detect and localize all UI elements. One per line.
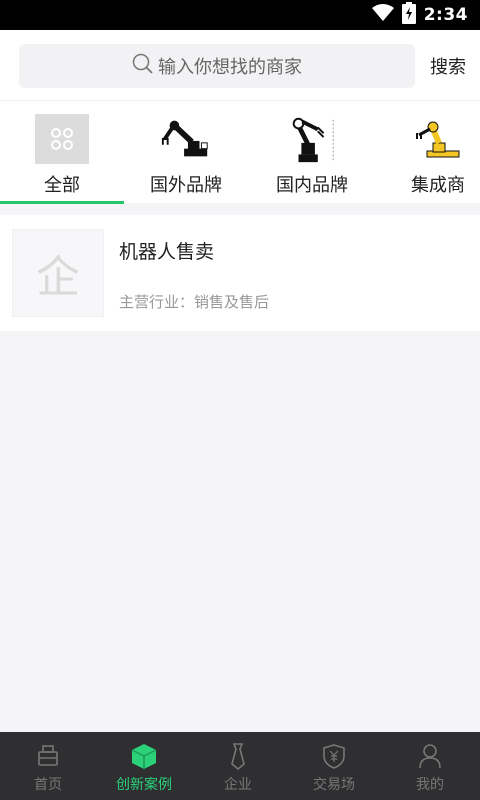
merchant-name: 机器人售卖 [119,241,215,263]
category-foreign-brand[interactable]: 国外品牌 [124,101,248,204]
tab-label: 企业 [224,777,252,793]
wifi-icon [371,4,394,26]
active-indicator [0,201,124,204]
yellow-robot-arm-icon [411,113,465,165]
status-bar: 2:34 [0,0,480,30]
search-button[interactable]: 搜索 [430,44,466,88]
tie-icon [224,742,252,770]
search-icon [132,53,154,80]
tab-profile[interactable]: 我的 [382,732,478,800]
tab-label: 首页 [34,777,62,793]
search-placeholder: 输入你想找的商家 [158,57,302,78]
status-icons: 2:34 [371,0,468,30]
user-icon [416,742,444,770]
category-integrator[interactable]: 集成商 [376,101,480,204]
tab-innovation-cases[interactable]: 创新案例 [96,732,192,800]
tab-label: 交易场 [313,777,355,793]
merchant-thumbnail: 企 [12,229,104,317]
search-input[interactable]: 输入你想找的商家 [19,44,415,88]
merchant-row[interactable]: 企 机器人售卖 主营行业：销售及售后 [0,215,480,331]
category-label: 国外品牌 [150,175,222,196]
category-domestic-brand[interactable]: 国内品牌 [250,101,374,204]
home-icon [34,742,62,770]
tab-label: 我的 [416,777,444,793]
tab-marketplace[interactable]: 交易场 [286,732,382,800]
battery-icon [401,2,416,28]
status-time: 2:34 [423,5,468,25]
shield-yen-icon [320,742,348,770]
grid-icon [35,114,89,164]
tab-label: 创新案例 [116,777,172,793]
category-bar: 全部 国外品牌 国内品牌 集成商 [0,100,480,204]
merchant-industry: 主营行业：销售及售后 [119,293,270,311]
bottom-tab-bar: 首页 创新案例 企业 交易场 我的 [0,732,480,800]
category-label: 全部 [44,175,80,196]
category-label: 集成商 [411,175,465,196]
search-area: 输入你想找的商家 搜索 [0,30,480,100]
industrial-robot-icon [285,113,339,165]
category-all[interactable]: 全部 [0,101,124,204]
tab-home[interactable]: 首页 [0,732,96,800]
cube-icon [130,742,158,770]
robot-arm-icon [159,113,213,165]
merchant-list: 企 机器人售卖 主营行业：销售及售后 [0,215,480,331]
tab-enterprise[interactable]: 企业 [190,732,286,800]
category-label: 国内品牌 [276,175,348,196]
